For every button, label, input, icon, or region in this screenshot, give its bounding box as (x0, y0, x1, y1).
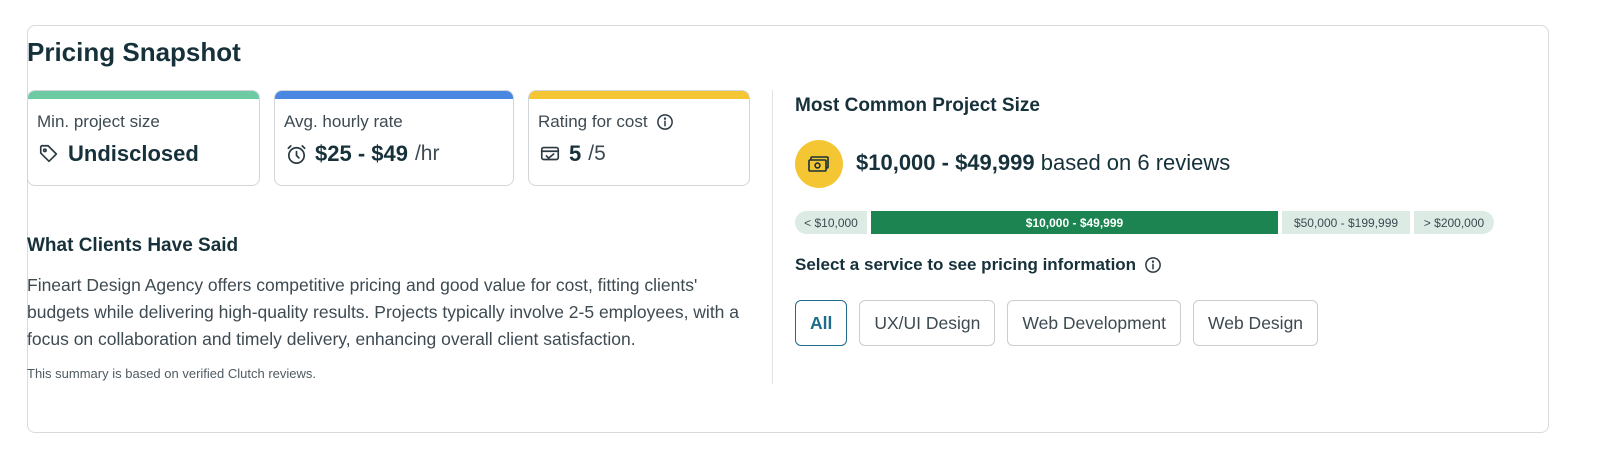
service-select-title: Select a service to see pricing informat… (795, 255, 1137, 274)
section-divider (772, 90, 773, 384)
info-icon[interactable] (1144, 256, 1162, 274)
clients-summary: Fineart Design Agency offers competitive… (27, 275, 740, 349)
stat-label: Avg. hourly rate (284, 112, 403, 131)
tag-icon (37, 142, 61, 166)
size-segment: $50,000 - $199,999 (1282, 211, 1410, 234)
info-icon[interactable] (656, 113, 674, 131)
common-range-suffix: based on 6 reviews (1040, 150, 1231, 175)
stat-value: 5 (569, 141, 582, 166)
stat-label-row: Rating for cost (538, 112, 740, 132)
service-button-web-design[interactable]: Web Design (1193, 300, 1319, 346)
stat-value-row: $25 - $49 /hr (284, 141, 504, 167)
service-select-title-row: Select a service to see pricing informat… (795, 255, 1162, 275)
stat-value: $25 - $49 (315, 141, 408, 166)
project-size-bar: < $10,000 $10,000 - $49,999 $50,000 - $1… (795, 211, 1494, 234)
stat-unit: /5 (588, 142, 606, 165)
stat-value-row: 5 /5 (538, 141, 740, 167)
stat-unit: /hr (414, 142, 440, 165)
stat-min-project-size: Min. project size Undisclosed (27, 90, 260, 186)
pricing-stats: Min. project size Undisclosed Avg. hourl… (27, 90, 750, 186)
stat-rating-for-cost: Rating for cost 5 /5 (528, 90, 750, 186)
clients-title: What Clients Have Said (27, 235, 239, 256)
common-range-line: $10,000 - $49,999 based on 6 reviews (856, 150, 1230, 176)
service-button-web-development[interactable]: Web Development (1007, 300, 1182, 346)
summary-note: This summary is based on verified Clutch… (27, 366, 316, 381)
clock-icon (284, 142, 308, 166)
size-segment: < $10,000 (795, 211, 867, 234)
wallet-check-icon (538, 142, 562, 166)
service-filter: All UX/UI Design Web Development Web Des… (795, 300, 1319, 346)
stat-label: Min. project size (37, 112, 160, 131)
stat-label: Rating for cost (538, 112, 648, 131)
stat-value: Undisclosed (68, 141, 199, 166)
common-range-value: $10,000 - $49,999 (856, 150, 1035, 175)
stat-avg-hourly-rate: Avg. hourly rate $25 - $49 /hr (274, 90, 514, 186)
size-segment: > $200,000 (1414, 211, 1494, 234)
service-button-ux-ui-design[interactable]: UX/UI Design (859, 300, 996, 346)
section-title: Pricing Snapshot (27, 37, 241, 67)
money-icon (795, 140, 843, 188)
common-project-title: Most Common Project Size (795, 95, 1040, 116)
stat-value-row: Undisclosed (37, 141, 250, 167)
size-segment-active: $10,000 - $49,999 (871, 211, 1278, 234)
service-button-all[interactable]: All (795, 300, 848, 346)
